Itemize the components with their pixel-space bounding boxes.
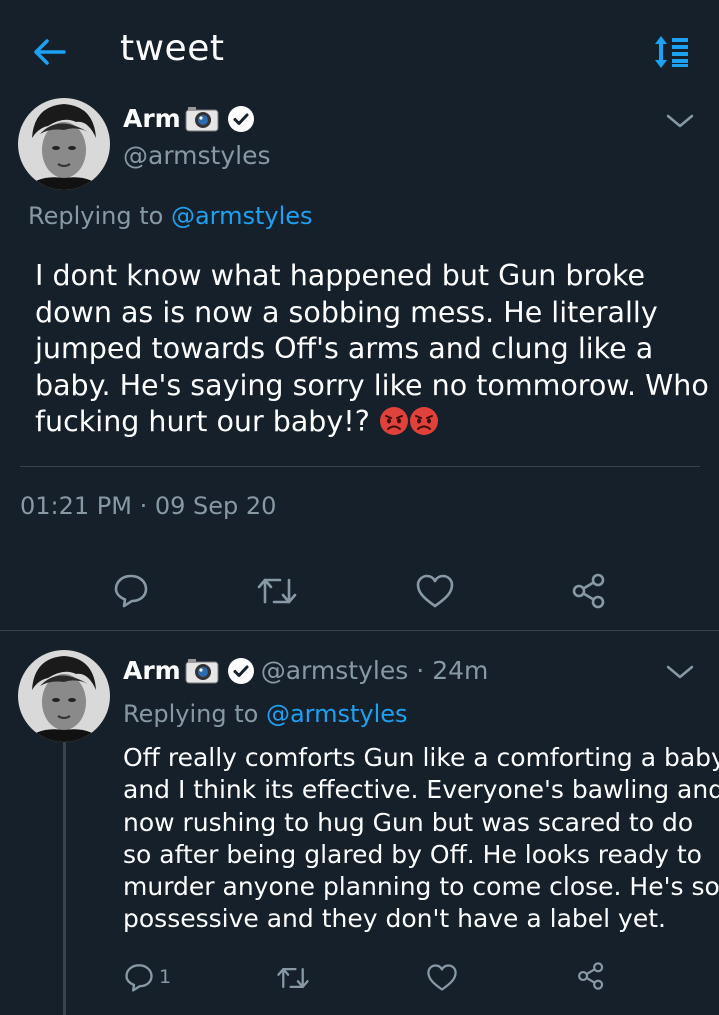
author-row: Arm: [123, 104, 255, 133]
heart-icon: [427, 964, 457, 991]
retweet-icon: [277, 967, 309, 989]
tweet-text-line: fucking hurt our baby!?: [35, 405, 379, 438]
camera-icon: [185, 106, 219, 131]
verified-badge-icon: [227, 657, 254, 684]
camera-icon: [185, 658, 219, 683]
avatar[interactable]: [18, 650, 110, 742]
back-button[interactable]: [28, 30, 72, 74]
replying-prefix: Replying to: [123, 700, 259, 728]
sort-button[interactable]: [652, 34, 692, 70]
replying-prefix: Replying to: [28, 202, 164, 230]
retweet-button[interactable]: [256, 574, 298, 608]
divider: [0, 630, 719, 631]
chevron-down-icon[interactable]: [665, 662, 695, 682]
angry-face-icon: [379, 407, 408, 435]
replying-mention-link[interactable]: @armstyles: [266, 700, 408, 728]
reply-button[interactable]: [113, 572, 149, 608]
replying-mention-link[interactable]: @armstyles: [171, 202, 313, 230]
reply-text-line: now rushing to hug Gun but was scared to…: [123, 807, 694, 837]
avatar[interactable]: [18, 98, 110, 190]
time-ago: 24m: [432, 656, 489, 685]
reply-text-line: and I think its effective. Everyone's ba…: [123, 775, 719, 805]
divider: [20, 466, 700, 467]
reply-button[interactable]: 1: [124, 962, 171, 992]
verified-badge-icon: [227, 105, 254, 132]
tweet-text-line-last: fucking hurt our baby!?: [35, 404, 705, 441]
reply-text-line: so after being glared by Off. He looks r…: [123, 839, 702, 869]
author-name[interactable]: Arm: [123, 104, 181, 133]
like-button[interactable]: [426, 963, 458, 992]
replying-to: Replying to @armstyles: [123, 700, 408, 728]
angry-face-icon: [409, 407, 438, 435]
chevron-down-icon[interactable]: [665, 111, 695, 131]
separator-dot: ·: [416, 656, 425, 685]
like-button[interactable]: [415, 573, 455, 609]
tweet-text-line: I dont know what happened but Gun broke: [35, 259, 646, 292]
top-bar: tweet: [0, 0, 719, 100]
retweet-button[interactable]: [276, 964, 310, 992]
tweet-text-line: down as is now a sobbing mess. He litera…: [35, 295, 658, 329]
author-handle[interactable]: @armstyles: [261, 656, 409, 685]
reply-text: Off really comforts Gun like a comfortin…: [123, 742, 719, 936]
tweet-timestamp: 01:21 PM · 09 Sep 20: [20, 492, 277, 520]
tweet-text-line: jumped towards Off's arms and clung like…: [35, 332, 654, 365]
share-button[interactable]: [576, 961, 606, 991]
replying-to: Replying to @armstyles: [28, 202, 313, 230]
reply-count: 1: [159, 966, 172, 988]
arrow-left-icon: [34, 39, 66, 65]
reply-icon: [125, 964, 153, 992]
share-icon: [578, 962, 604, 990]
tweet-text: I dont know what happened but Gun broke …: [35, 258, 709, 441]
reply-text-line: possessive and they don't have a label y…: [123, 904, 666, 934]
reply-text-line: Off really comforts Gun like a comfortin…: [123, 743, 719, 772]
share-icon: [572, 573, 605, 609]
reply-icon: [114, 574, 148, 608]
sort-icon: [655, 36, 688, 68]
author-name[interactable]: Arm: [123, 656, 181, 685]
share-button[interactable]: [570, 572, 608, 610]
heart-icon: [416, 574, 454, 608]
reply-text-line: murder anyone planning to come close. He…: [123, 872, 719, 902]
tweet-text-line: baby. He's saying sorry like no tommorow…: [35, 368, 709, 402]
retweet-icon: [257, 578, 297, 604]
author-handle[interactable]: @armstyles: [123, 141, 271, 170]
reply-author-row: Arm @armstyles · 24m: [123, 656, 488, 685]
thread-line: [63, 742, 66, 1015]
page-title: tweet: [120, 28, 225, 69]
